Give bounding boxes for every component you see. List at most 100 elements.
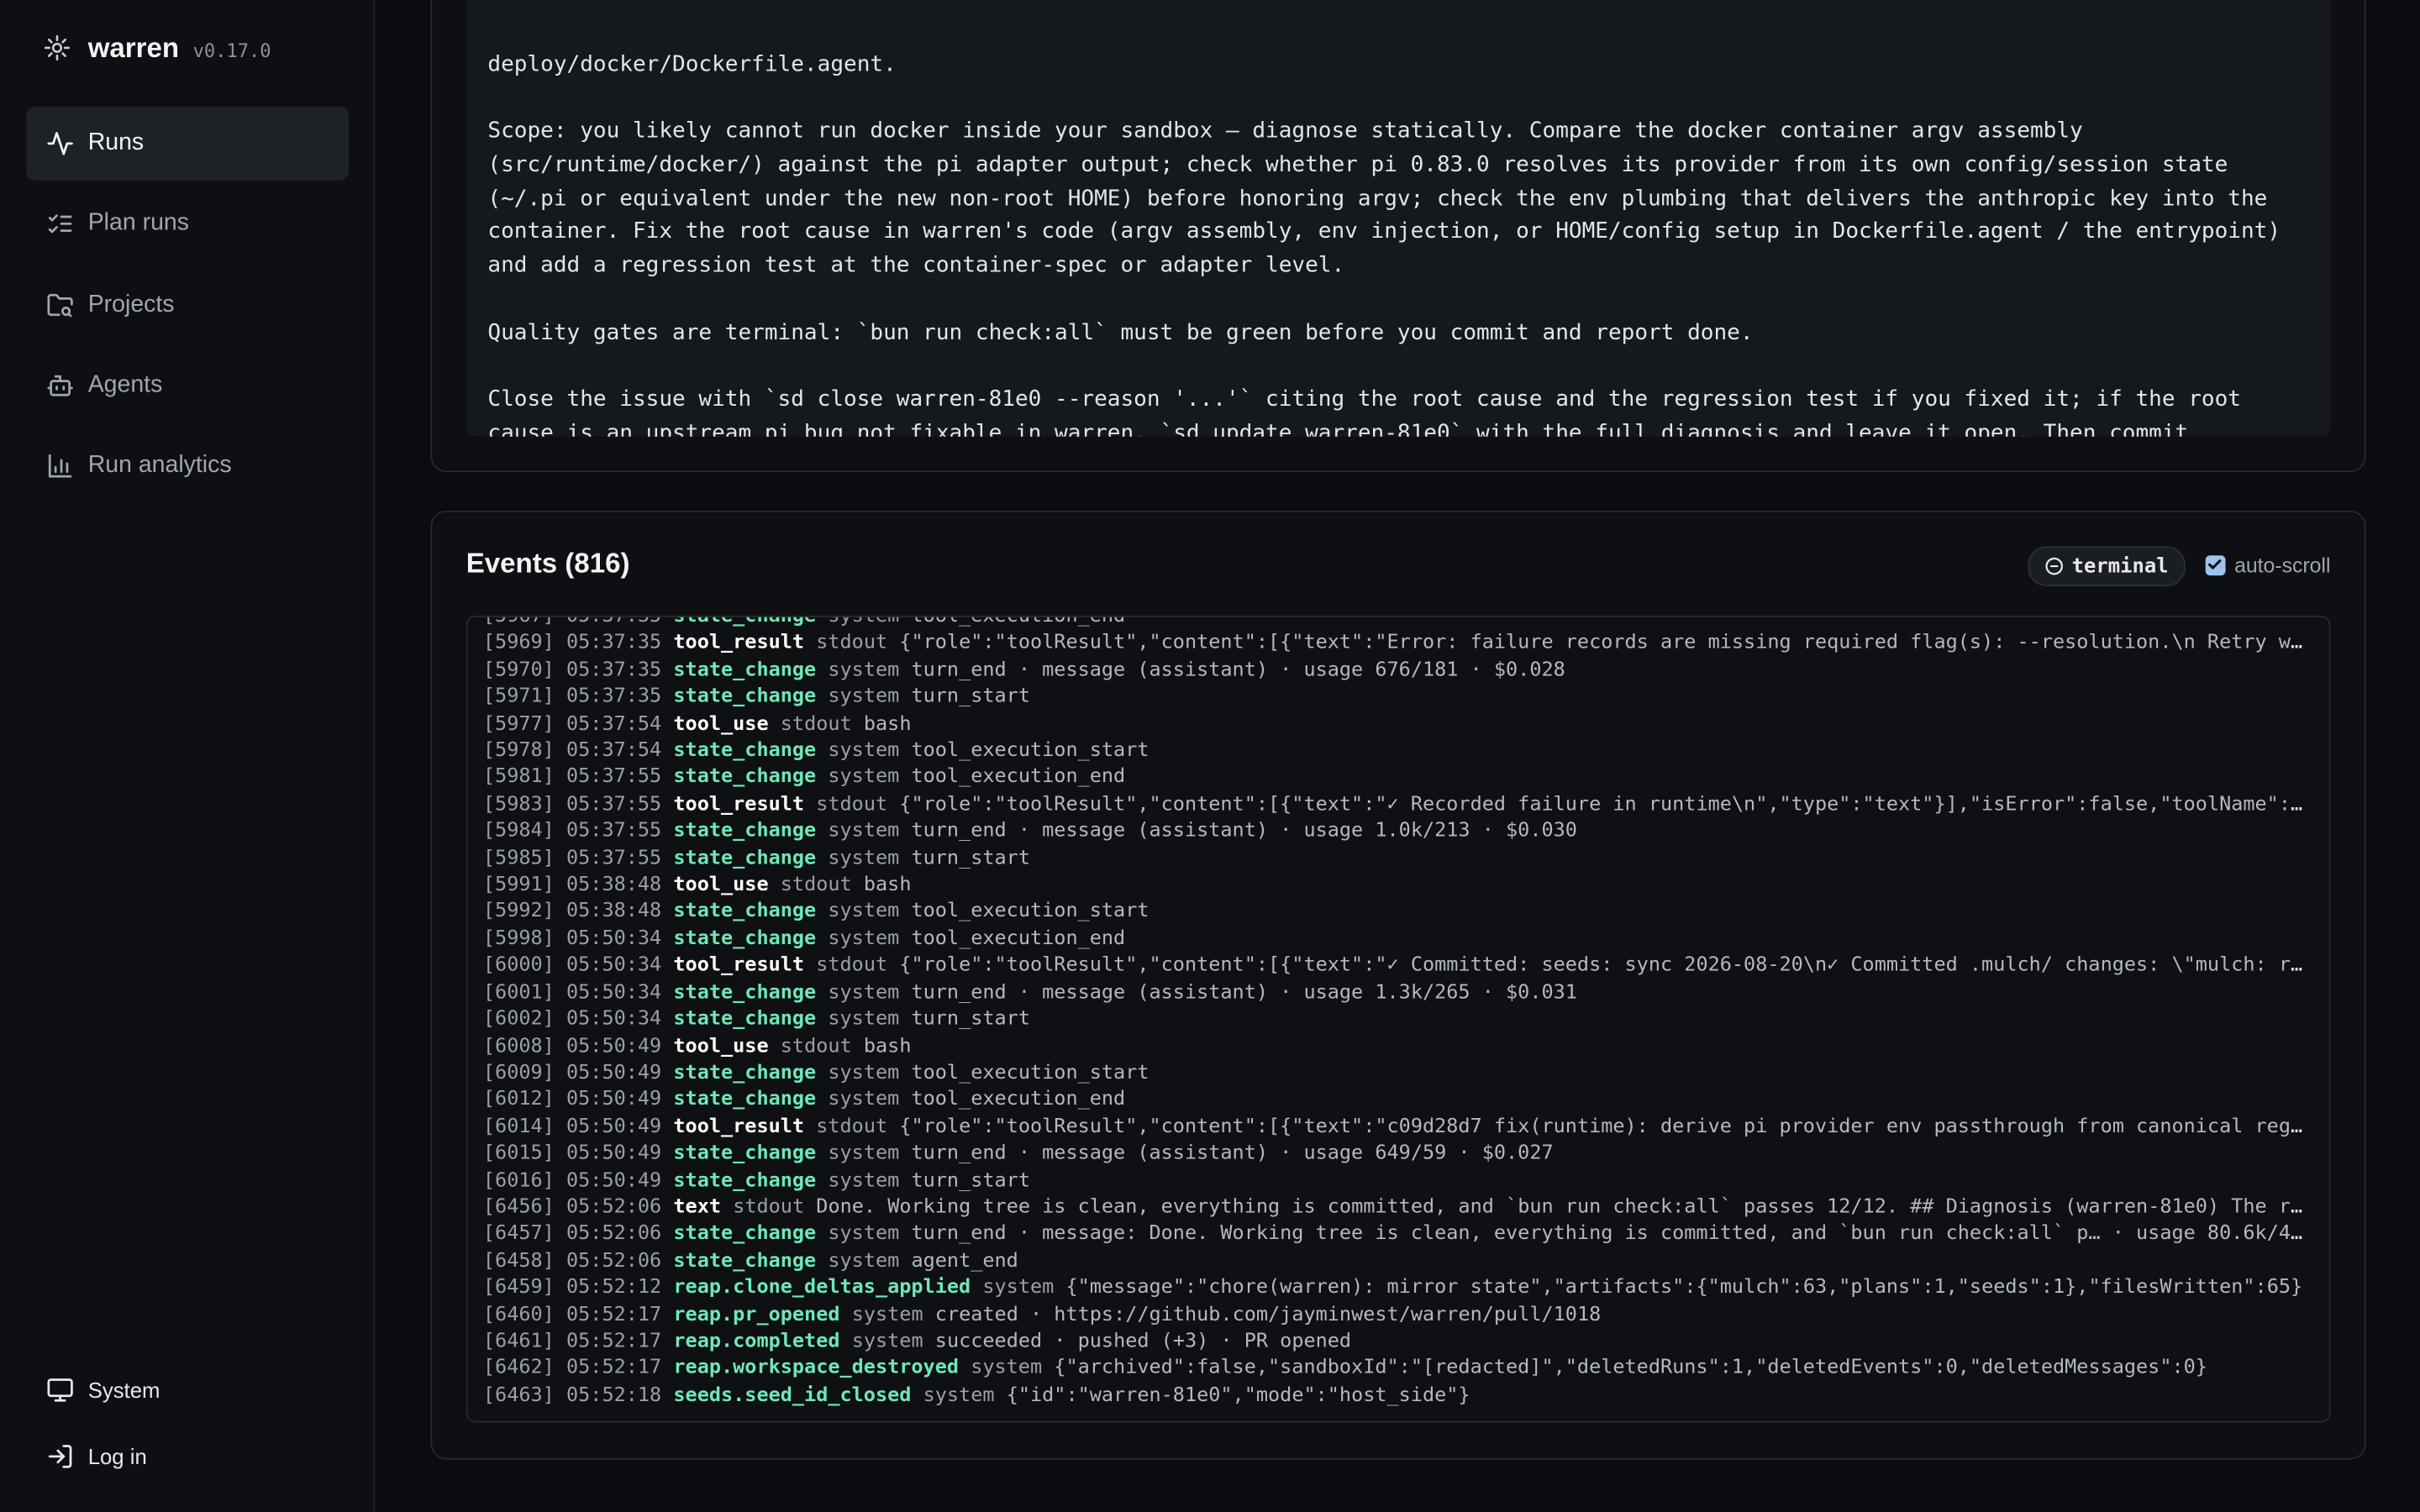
event-log-line: [6015] 05:50:49 state_change system turn… xyxy=(483,1141,2313,1168)
event-number: [5970] xyxy=(482,658,555,682)
event-time: 05:37:55 xyxy=(566,792,662,816)
event-time: 05:37:55 xyxy=(566,765,662,790)
event-source: system xyxy=(828,765,900,790)
event-time: 05:38:48 xyxy=(566,873,662,897)
event-source: system xyxy=(828,900,900,924)
event-type: state_change xyxy=(673,615,817,628)
sidebar-item-plan-runs[interactable]: Plan runs xyxy=(26,187,349,261)
event-log-line: [6014] 05:50:49 tool_result stdout {"rol… xyxy=(483,1114,2313,1141)
event-number: [5977] xyxy=(482,711,555,736)
login-link[interactable]: Log in xyxy=(46,1441,355,1473)
app-root: warren v0.17.0 Runs Plan runs Projects A… xyxy=(0,0,2420,1512)
main-content: deploy/docker/Dockerfile.agent. Scope: y… xyxy=(375,0,2420,1512)
event-type: tool_use xyxy=(673,1034,769,1058)
event-number: [6016] xyxy=(482,1168,555,1192)
event-type: tool_result xyxy=(673,631,805,655)
event-message: {"role":"toolResult","content":[{"text":… xyxy=(899,1115,2314,1138)
event-type: state_change xyxy=(673,819,817,843)
event-number: [6457] xyxy=(482,1222,555,1246)
event-message: turn_end · message (assistant) · usage 6… xyxy=(911,1142,1554,1165)
log-in-icon xyxy=(48,1445,72,1468)
event-number: [5985] xyxy=(482,846,555,870)
event-log-line: [5977] 05:37:54 tool_use stdout bash xyxy=(483,711,2313,738)
event-source: stdout xyxy=(816,631,888,655)
event-type: reap.completed xyxy=(673,1330,840,1353)
event-log-line: [6459] 05:52:12 reap.clone_deltas_applie… xyxy=(483,1274,2313,1301)
sidebar-item-projects[interactable]: Projects xyxy=(26,268,349,342)
app-version: v0.17.0 xyxy=(192,39,271,61)
event-type: state_change xyxy=(673,1061,817,1085)
event-time: 05:50:49 xyxy=(566,1088,662,1112)
event-time: 05:37:35 xyxy=(566,658,662,682)
event-type: state_change xyxy=(673,658,817,682)
event-message: turn_start xyxy=(911,1007,1030,1032)
event-source: stdout xyxy=(816,792,888,816)
event-log-line: [5981] 05:37:55 state_change system tool… xyxy=(483,764,2313,791)
event-source: stdout xyxy=(733,1195,805,1219)
event-log[interactable]: [5967] 05:37:35 state_change system tool… xyxy=(466,615,2331,1423)
event-number: [6459] xyxy=(482,1276,555,1299)
event-time: 05:50:49 xyxy=(566,1142,662,1165)
event-number: [6015] xyxy=(482,1142,555,1165)
event-log-line: [5991] 05:38:48 tool_use stdout bash xyxy=(483,872,2313,899)
event-type: tool_result xyxy=(673,953,805,978)
system-link[interactable]: System xyxy=(46,1375,355,1406)
event-source: system xyxy=(828,927,900,951)
event-message: turn_start xyxy=(911,1168,1030,1192)
event-time: 05:50:34 xyxy=(566,927,662,951)
event-message: {"id":"warren-81e0","mode":"host_side"} xyxy=(1006,1383,1470,1407)
event-log-line: [5983] 05:37:55 tool_result stdout {"rol… xyxy=(483,791,2313,818)
event-number: [5992] xyxy=(482,900,555,924)
sidebar-item-agents[interactable]: Agents xyxy=(26,349,349,423)
event-message: bash xyxy=(863,711,912,736)
event-number: [5984] xyxy=(482,819,555,843)
brand[interactable]: warren v0.17.0 xyxy=(43,31,271,65)
event-source: system xyxy=(828,1142,900,1165)
event-source: system xyxy=(923,1383,995,1407)
event-log-line: [6000] 05:50:34 tool_result stdout {"rol… xyxy=(483,953,2313,979)
event-source: stdout xyxy=(780,711,852,736)
event-number: [6458] xyxy=(482,1249,555,1273)
event-source: system xyxy=(828,819,900,843)
event-type: reap.pr_opened xyxy=(673,1303,840,1326)
event-log-line: [5984] 05:37:55 state_change system turn… xyxy=(483,818,2313,845)
event-number: [6461] xyxy=(482,1330,555,1353)
sidebar-item-run-analytics[interactable]: Run analytics xyxy=(26,429,349,503)
auto-scroll-checkbox[interactable] xyxy=(2205,554,2226,575)
prompt-text: deploy/docker/Dockerfile.agent. Scope: y… xyxy=(487,51,2281,437)
event-time: 05:52:06 xyxy=(566,1222,662,1246)
event-message: tool_execution_start xyxy=(911,738,1150,763)
terminal-mode-toggle[interactable]: terminal xyxy=(2028,546,2186,586)
event-type: state_change xyxy=(673,1222,817,1246)
event-type: state_change xyxy=(673,738,817,763)
event-time: 05:52:17 xyxy=(566,1303,662,1326)
event-log-line: [6460] 05:52:17 reap.pr_opened system cr… xyxy=(483,1301,2313,1328)
event-message: tool_execution_start xyxy=(911,900,1150,924)
event-source: stdout xyxy=(816,1115,888,1138)
auto-scroll-label: auto-scroll xyxy=(2234,553,2331,577)
event-type: state_change xyxy=(673,1088,817,1112)
event-time: 05:50:34 xyxy=(566,980,662,1005)
auto-scroll-toggle[interactable]: auto-scroll xyxy=(2205,553,2330,577)
event-type: seeds.seed_id_closed xyxy=(673,1383,912,1407)
event-type: tool_result xyxy=(673,792,805,816)
event-number: [6462] xyxy=(482,1357,555,1380)
events-title: Events (816) xyxy=(466,548,630,579)
event-message: bash xyxy=(863,873,912,897)
event-log-line: [6012] 05:50:49 state_change system tool… xyxy=(483,1087,2313,1114)
event-log-line: [5998] 05:50:34 state_change system tool… xyxy=(483,926,2313,953)
event-number: [5978] xyxy=(482,738,555,763)
event-source: stdout xyxy=(780,1034,852,1058)
event-log-line: [6456] 05:52:06 text stdout Done. Workin… xyxy=(483,1194,2313,1221)
sidebar-item-runs[interactable]: Runs xyxy=(26,106,350,181)
event-message: turn_end · message (assistant) · usage 1… xyxy=(911,819,1577,843)
event-time: 05:50:49 xyxy=(566,1034,662,1058)
event-log-line: [6008] 05:50:49 tool_use stdout bash xyxy=(483,1033,2313,1060)
event-time: 05:37:55 xyxy=(566,846,662,870)
event-number: [6012] xyxy=(482,1088,555,1112)
event-log-line: [5971] 05:37:35 state_change system turn… xyxy=(483,684,2313,711)
event-log-line: [6002] 05:50:34 state_change system turn… xyxy=(483,1006,2313,1033)
event-time: 05:50:49 xyxy=(566,1115,662,1138)
event-message: tool_execution_start xyxy=(911,1061,1150,1085)
event-type: state_change xyxy=(673,1249,817,1273)
